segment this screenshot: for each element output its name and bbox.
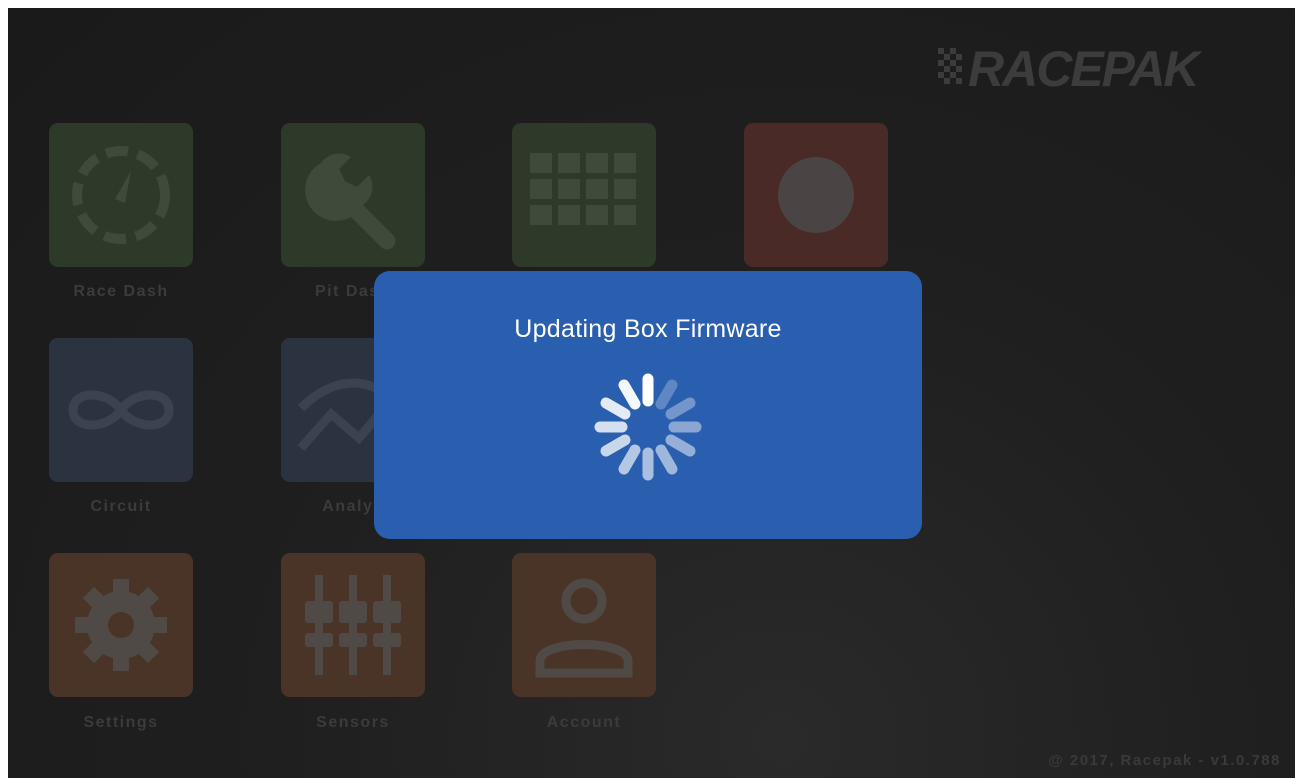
tile-pit-dash[interactable] (281, 123, 425, 267)
gauge-icon (72, 146, 170, 244)
tile-sensors[interactable] (281, 553, 425, 697)
tile-label-settings: Settings (83, 714, 159, 731)
infinity-icon (68, 390, 174, 430)
logo-text: RACEPAK (968, 41, 1203, 96)
user-icon (535, 578, 633, 678)
tile-settings[interactable] (49, 553, 193, 697)
tile-label-sensors: Sensors (316, 714, 390, 731)
tile-label-circuit: Circuit (90, 498, 152, 515)
record-icon (778, 157, 854, 233)
tile-label-account: Account (546, 714, 622, 731)
version-footer: @ 2017, Racepak - v1.0.788 (1048, 752, 1281, 769)
wrench-icon (305, 153, 396, 250)
tile-account[interactable] (512, 553, 656, 697)
tile-label-race-dash: Race Dash (73, 283, 169, 300)
firmware-update-dialog: Updating Box Firmware (374, 271, 922, 539)
dialog-title: Updating Box Firmware (514, 315, 782, 343)
tile-grid[interactable] (512, 123, 656, 267)
gear-icon (75, 579, 167, 671)
tile-race-dash[interactable] (49, 123, 193, 267)
loading-spinner-icon (594, 373, 702, 481)
tile-circuit[interactable] (49, 338, 193, 482)
sliders-icon (305, 575, 401, 675)
home-screen: RACEPAK Race Dash Pit Dash Circuit Analy… (8, 8, 1295, 778)
grid-icon (530, 153, 636, 225)
tile-record[interactable] (744, 123, 888, 267)
racepak-logo: RACEPAK (930, 38, 1280, 97)
